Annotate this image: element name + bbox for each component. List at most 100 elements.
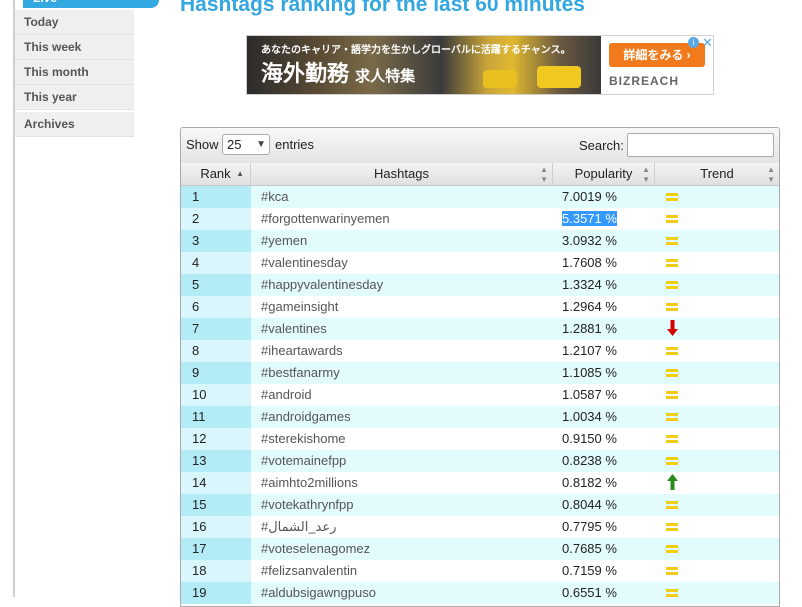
popularity-cell: 1.3324 % <box>562 274 617 296</box>
table-row[interactable]: 4 #valentinesday 1.7608 % <box>181 252 779 274</box>
hashtag-link[interactable]: #iheartawards <box>261 340 551 362</box>
popularity-cell: 1.7608 % <box>562 252 617 274</box>
popularity-cell: 1.0034 % <box>562 406 617 428</box>
table-header: Rank ▲ Hashtags ▲ ▼ Popularity ▲ ▼ Trend ▲… <box>181 163 779 186</box>
trend-same-icon <box>666 406 678 428</box>
table-row[interactable]: 6 #gameinsight 1.2964 % <box>181 296 779 318</box>
hashtag-link[interactable]: #aldubsigawngpuso <box>261 582 551 604</box>
sidebar-item-today[interactable]: Today <box>15 10 134 35</box>
hashtag-link[interactable]: #valentines <box>261 318 551 340</box>
equals-icon <box>666 545 678 553</box>
hashtag-link[interactable]: #voteselenagomez <box>261 538 551 560</box>
sidebar-item-this-week[interactable]: This week <box>15 35 134 60</box>
sort-icon: ▲ ▼ <box>540 165 548 184</box>
equals-icon <box>666 347 678 355</box>
trend-same-icon <box>666 560 678 582</box>
trend-same-icon <box>666 274 678 296</box>
column-label: Rank <box>200 166 231 181</box>
hashtag-link[interactable]: #kca <box>261 186 551 208</box>
equals-icon <box>666 567 678 575</box>
hashtag-link[interactable]: #android <box>261 384 551 406</box>
hashtag-link[interactable]: #sterekishome <box>261 428 551 450</box>
hashtag-link[interactable]: #gameinsight <box>261 296 551 318</box>
table-row[interactable]: 16 #رعد_الشمال 0.7795 % <box>181 516 779 538</box>
table-row[interactable]: 7 #valentines 1.2881 % <box>181 318 779 340</box>
ad-brand-logo: BIZREACH <box>609 74 679 88</box>
hashtag-link[interactable]: #valentinesday <box>261 252 551 274</box>
equals-icon <box>666 215 678 223</box>
table-row[interactable]: 8 #iheartawards 1.2107 % <box>181 340 779 362</box>
rank-cell: 17 <box>181 538 251 560</box>
hashtag-link[interactable]: #bestfanarmy <box>261 362 551 384</box>
popularity-value: 0.8182 % <box>562 475 617 490</box>
arrow-down-icon <box>667 320 678 336</box>
ad-info-icon[interactable]: i <box>688 37 699 48</box>
rank-cell: 14 <box>181 472 251 494</box>
sidebar-item-this-month[interactable]: This month <box>15 60 134 85</box>
table-row[interactable]: 15 #votekathrynfpp 0.8044 % <box>181 494 779 516</box>
sidebar-item-live[interactable]: Live <box>23 0 159 8</box>
trend-same-icon <box>666 340 678 362</box>
search-label: Search: <box>579 138 624 153</box>
hashtag-link[interactable]: #رعد_الشمال <box>261 516 551 538</box>
trend-same-icon <box>666 252 678 274</box>
equals-icon <box>666 193 678 201</box>
sidebar-item-this-year[interactable]: This year <box>15 85 134 110</box>
table-row[interactable]: 10 #android 1.0587 % <box>181 384 779 406</box>
hashtag-link[interactable]: #felizsanvalentin <box>261 560 551 582</box>
show-label: Show <box>186 137 219 152</box>
hashtag-link[interactable]: #votemainefpp <box>261 450 551 472</box>
hashtag-link[interactable]: #androidgames <box>261 406 551 428</box>
rank-cell: 11 <box>181 406 251 428</box>
popularity-value: 1.2881 % <box>562 321 617 336</box>
table-row[interactable]: 18 #felizsanvalentin 0.7159 % <box>181 560 779 582</box>
table-row[interactable]: 9 #bestfanarmy 1.1085 % <box>181 362 779 384</box>
column-header-rank[interactable]: Rank ▲ <box>181 163 251 185</box>
equals-icon <box>666 523 678 531</box>
sidebar-item-archives[interactable]: Archives <box>15 112 134 137</box>
hashtag-link[interactable]: #happyvalentinesday <box>261 274 551 296</box>
table-row[interactable]: 17 #voteselenagomez 0.7685 % <box>181 538 779 560</box>
trend-same-icon <box>666 494 678 516</box>
equals-icon <box>666 435 678 443</box>
trend-same-icon <box>666 428 678 450</box>
search-input[interactable] <box>627 133 774 157</box>
column-header-hashtags[interactable]: Hashtags ▲ ▼ <box>251 163 553 185</box>
popularity-cell: 0.7795 % <box>562 516 617 538</box>
table-row[interactable]: 13 #votemainefpp 0.8238 % <box>181 450 779 472</box>
equals-icon <box>666 501 678 509</box>
entries-select[interactable]: 25 ▼ <box>222 134 270 155</box>
ad-banner[interactable]: あなたのキャリア・語学力を生かしグローバルに活躍するチャンス。 海外勤務 求人特… <box>246 35 714 95</box>
column-header-popularity[interactable]: Popularity ▲ ▼ <box>553 163 655 185</box>
ad-close-icon[interactable]: ✕ <box>702 36 713 51</box>
popularity-value: 5.3571 % <box>562 211 617 226</box>
trend-same-icon <box>666 384 678 406</box>
equals-icon <box>666 259 678 267</box>
table-row[interactable]: 2 #forgottenwarinyemen 5.3571 % <box>181 208 779 230</box>
popularity-value: 0.8238 % <box>562 453 617 468</box>
table-row[interactable]: 14 #aimhto2millions 0.8182 % <box>181 472 779 494</box>
hashtag-link[interactable]: #aimhto2millions <box>261 472 551 494</box>
table-row[interactable]: 1 #kca 7.0019 % <box>181 186 779 208</box>
left-border <box>0 0 15 597</box>
table-row[interactable]: 12 #sterekishome 0.9150 % <box>181 428 779 450</box>
ad-taxi-image <box>537 66 581 88</box>
popularity-cell: 5.3571 % <box>562 208 617 230</box>
table-row[interactable]: 11 #androidgames 1.0034 % <box>181 406 779 428</box>
popularity-value: 0.9150 % <box>562 431 617 446</box>
popularity-value: 3.0932 % <box>562 233 617 248</box>
trend-same-icon <box>666 516 678 538</box>
hashtag-link[interactable]: #forgottenwarinyemen <box>261 208 551 230</box>
table-row[interactable]: 5 #happyvalentinesday 1.3324 % <box>181 274 779 296</box>
popularity-cell: 1.2881 % <box>562 318 617 340</box>
equals-icon <box>666 237 678 245</box>
column-header-trend[interactable]: Trend ▲ ▼ <box>655 163 779 185</box>
hashtag-link[interactable]: #yemen <box>261 230 551 252</box>
table-row[interactable]: 19 #aldubsigawngpuso 0.6551 % <box>181 582 779 604</box>
entries-select-value: 25 <box>227 137 242 152</box>
popularity-cell: 0.7159 % <box>562 560 617 582</box>
popularity-cell: 7.0019 % <box>562 186 617 208</box>
table-row[interactable]: 3 #yemen 3.0932 % <box>181 230 779 252</box>
hashtag-link[interactable]: #votekathrynfpp <box>261 494 551 516</box>
rank-cell: 5 <box>181 274 251 296</box>
